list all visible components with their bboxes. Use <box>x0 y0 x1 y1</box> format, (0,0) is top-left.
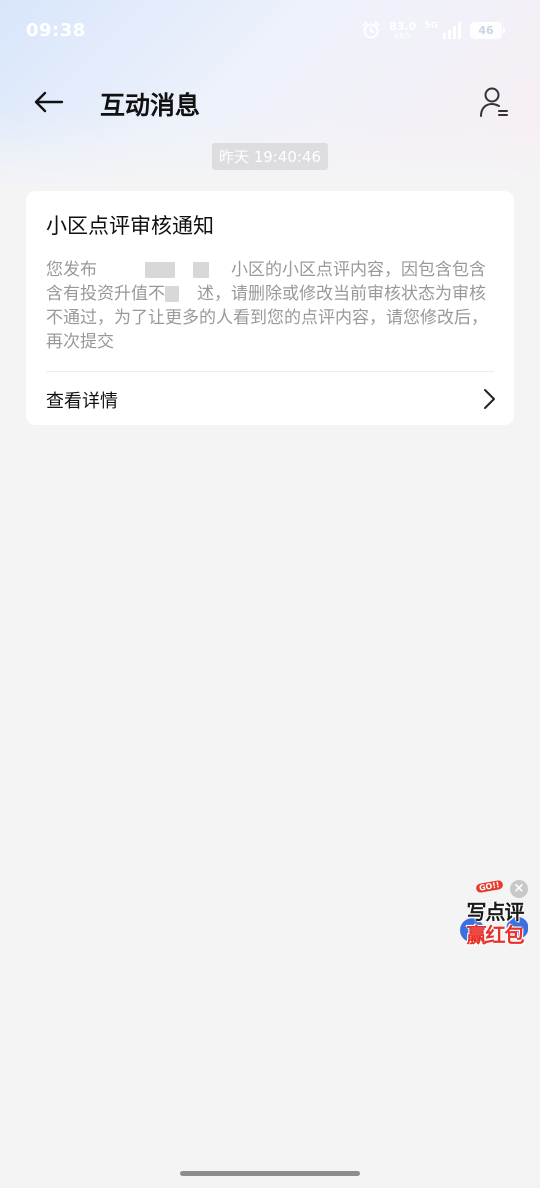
promo-line-2: 赢红包 <box>466 923 525 947</box>
write-review-promo-badge[interactable]: GO!! 写点评 赢红包 × <box>456 878 532 948</box>
network-type: 5G <box>424 21 438 31</box>
signal-strength-icon <box>443 22 461 39</box>
network-speed-value: 83.0 <box>389 19 417 33</box>
redacted-block <box>97 262 145 278</box>
redacted-block <box>175 262 193 278</box>
redacted-block <box>209 262 231 278</box>
notification-body-part-1: 您发布 <box>46 260 97 280</box>
alarm-clock-icon <box>362 21 380 39</box>
redacted-block <box>145 262 175 278</box>
message-timestamp: 昨天 19:40:46 <box>211 143 329 170</box>
user-list-icon <box>480 87 508 117</box>
redacted-block <box>165 286 179 302</box>
page-header: 互动消息 <box>0 72 540 132</box>
arrow-left-icon <box>34 91 64 113</box>
view-details-label: 查看详情 <box>46 391 118 412</box>
notification-body: 您发布 小区的小区点评内容，因包含包含含有投资升值不 述，请删除或修改当前审核状态为… <box>46 258 498 354</box>
battery-icon: 46 <box>470 21 505 39</box>
contact-settings-button[interactable] <box>476 82 512 122</box>
redacted-block <box>193 262 209 278</box>
redacted-block <box>179 286 197 302</box>
status-icons: 83.0 KB/S 5G 46 <box>361 20 505 40</box>
status-bar: 09:38 83.0 KB/S 5G 46 <box>0 0 540 62</box>
page-title: 互动消息 <box>100 91 201 120</box>
home-indicator[interactable] <box>180 1171 360 1176</box>
view-details-link[interactable]: 查看详情 <box>26 372 514 425</box>
notification-title: 小区点评审核通知 <box>46 214 214 238</box>
promo-tag: GO!! <box>475 879 504 894</box>
network-speed-unit: KB/S <box>394 31 411 40</box>
notification-card[interactable]: 小区点评审核通知 您发布 小区的小区点评内容，因包含包含含有投资升值不 述，请删除或… <box>26 191 514 425</box>
network-speed: 83.0 KB/S <box>389 21 416 40</box>
close-icon[interactable]: × <box>510 880 528 898</box>
battery-level: 46 <box>478 23 494 37</box>
status-time: 09:38 <box>26 20 86 41</box>
back-button[interactable] <box>28 84 68 120</box>
chevron-right-icon <box>484 389 495 409</box>
